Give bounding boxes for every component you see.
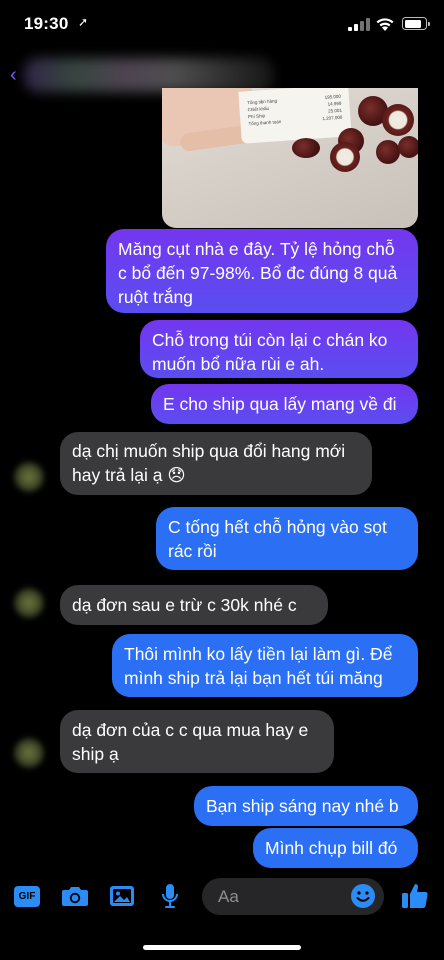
message-text: E cho ship qua lấy mang về đi	[163, 394, 397, 414]
home-indicator[interactable]	[143, 945, 301, 950]
message-bubble-sent[interactable]: Thôi mình ko lấy tiền lại làm gì. Để mìn…	[112, 634, 418, 697]
shared-photo[interactable]: Tổng tiền hàng 195.000 Chiết khấu 14.999 Phí…	[162, 88, 418, 228]
message-text: Măng cụt nhà e đây. Tỷ lệ hỏng chỗ c bổ …	[118, 239, 398, 307]
status-bar: 19:30 ➚	[0, 0, 444, 50]
camera-icon[interactable]	[60, 872, 90, 920]
message-text: dạ chị muốn ship qua đổi hang mới hay tr…	[72, 441, 346, 485]
microphone-icon[interactable]	[158, 872, 182, 920]
battery-icon	[402, 17, 430, 30]
status-time: 19:30	[24, 14, 69, 33]
thumbs-up-icon[interactable]	[398, 872, 432, 920]
receipt-row-value: 1.207.000	[322, 114, 343, 122]
message-text: Thôi mình ko lấy tiền lại làm gì. Để mìn…	[124, 644, 393, 688]
mangosteen-cut-image	[330, 142, 360, 172]
gif-icon[interactable]: GIF	[14, 872, 40, 920]
mangosteen-cut-image	[382, 104, 414, 136]
message-text: dạ đơn của c c qua mua hay e ship ạ	[72, 720, 309, 764]
message-bubble-received[interactable]: dạ đơn của c c qua mua hay e ship ạ	[60, 710, 334, 773]
blurred-contact-info[interactable]	[24, 58, 274, 92]
cellular-signal-icon	[348, 18, 370, 31]
location-arrow-icon: ➚	[78, 15, 89, 29]
mangosteen-image	[376, 140, 400, 164]
message-text: Bạn ship sáng nay nhé b	[206, 796, 399, 816]
avatar[interactable]	[14, 462, 44, 492]
message-bubble-received[interactable]: dạ chị muốn ship qua đổi hang mới hay tr…	[60, 432, 372, 495]
avatar[interactable]	[14, 588, 44, 618]
message-bubble-sent[interactable]: E cho ship qua lấy mang về đi	[151, 384, 418, 424]
receipt-row-label: Tổng thanh toán	[248, 118, 282, 127]
message-bubble-sent[interactable]: Mình chụp bill đó	[253, 828, 418, 868]
composer-bar: GIF	[0, 872, 444, 920]
wifi-icon	[376, 18, 394, 31]
avatar[interactable]	[14, 738, 44, 768]
message-bubble-sent[interactable]: Măng cụt nhà e đây. Tỷ lệ hỏng chỗ c bổ …	[106, 229, 418, 313]
message-bubble-received[interactable]: dạ đơn sau e trừ c 30k nhé c	[60, 585, 328, 625]
receipt-image: Tổng tiền hàng 195.000 Chiết khấu 14.999 Phí…	[238, 88, 352, 144]
chevron-left-icon[interactable]: ‹	[10, 64, 17, 87]
message-text: C tống hết chỗ hỏng vào sọt rác rồi	[168, 517, 387, 561]
battery-level	[404, 19, 421, 28]
message-text: dạ đơn sau e trừ c 30k nhé c	[72, 595, 297, 615]
emoji-icon[interactable]	[350, 872, 376, 920]
image-icon[interactable]	[108, 872, 136, 920]
message-bubble-sent[interactable]: Chỗ trong túi còn lại c chán ko muốn bổ …	[140, 320, 418, 378]
gif-label: GIF	[14, 885, 40, 907]
message-text: Chỗ trong túi còn lại c chán ko muốn bổ …	[152, 330, 388, 374]
message-text: Mình chụp bill đó	[265, 838, 398, 858]
message-bubble-sent[interactable]: C tống hết chỗ hỏng vào sọt rác rồi	[156, 507, 418, 570]
message-bubble-sent[interactable]: Bạn ship sáng nay nhé b	[194, 786, 418, 826]
mangosteen-image	[292, 138, 320, 158]
mangosteen-image	[398, 136, 418, 158]
